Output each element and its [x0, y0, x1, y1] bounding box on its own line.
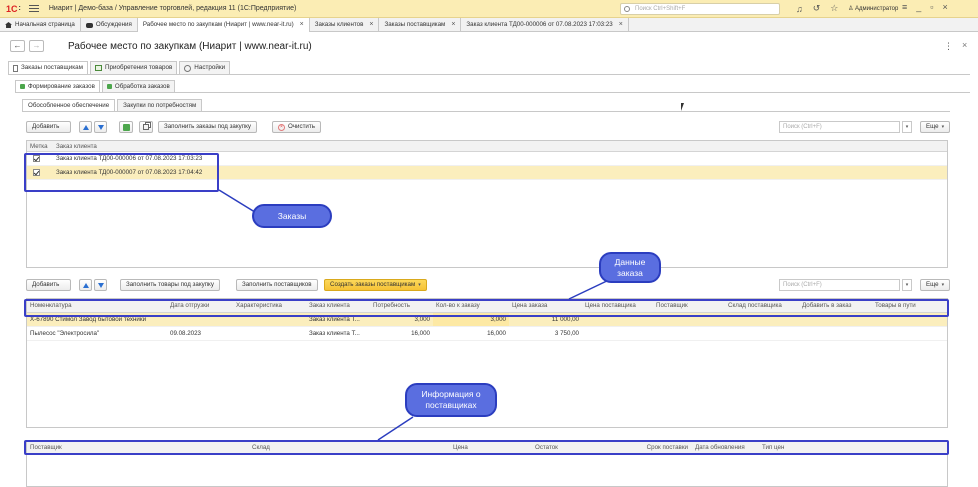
- order-data-arrow: [568, 278, 612, 300]
- orders-callout: Заказы: [252, 204, 332, 228]
- supplier-info-callout: Информация о поставщиках: [405, 383, 497, 417]
- order-data-callout: Данные заказа: [599, 252, 661, 283]
- mouse-cursor-icon: [681, 103, 688, 111]
- supplier-info-arrow: [377, 416, 414, 441]
